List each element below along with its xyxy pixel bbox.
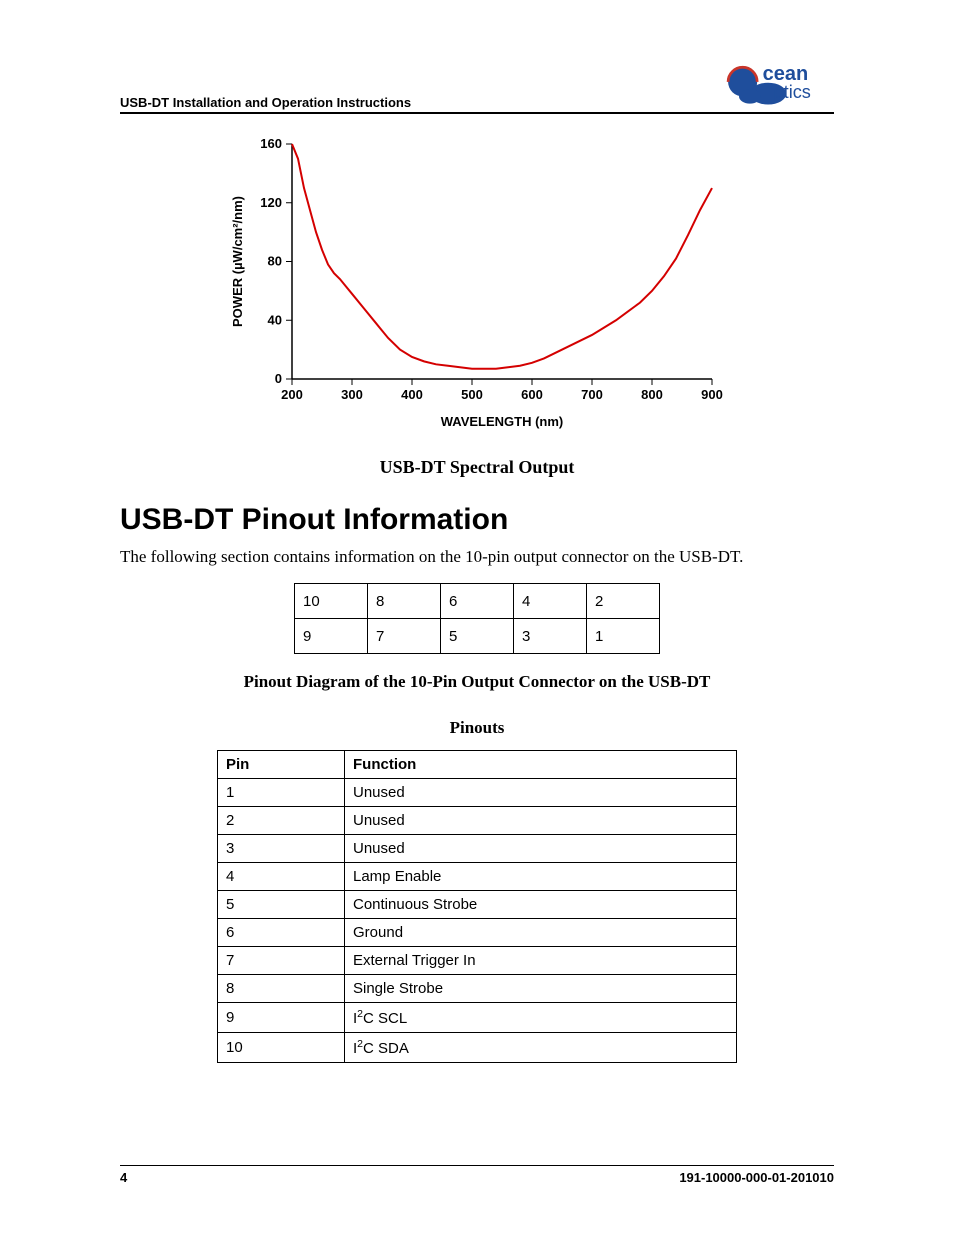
cell-pin: 10 xyxy=(218,1033,345,1063)
pinouts-title: Pinouts xyxy=(120,718,834,738)
spectral-output-chart: 200 300 400 500 600 700 800 900 0 40 80 120 160 WAVEL… xyxy=(222,134,732,434)
table-row: 5Continuous Strobe xyxy=(218,891,737,919)
pin-cell: 4 xyxy=(514,584,587,619)
pin-cell: 10 xyxy=(295,584,368,619)
pin-grid-caption: Pinout Diagram of the 10-Pin Output Conn… xyxy=(120,672,834,692)
svg-text:300: 300 xyxy=(341,387,363,402)
table-row: 4Lamp Enable xyxy=(218,863,737,891)
svg-text:40: 40 xyxy=(268,312,282,327)
cell-function: Unused xyxy=(345,807,737,835)
cell-pin: 3 xyxy=(218,835,345,863)
table-row: 8Single Strobe xyxy=(218,975,737,1003)
pin-cell: 7 xyxy=(368,619,441,654)
cell-pin: 5 xyxy=(218,891,345,919)
svg-text:700: 700 xyxy=(581,387,603,402)
cell-function: Single Strobe xyxy=(345,975,737,1003)
svg-text:80: 80 xyxy=(268,254,282,269)
header-title: USB-DT Installation and Operation Instru… xyxy=(120,95,411,110)
cell-pin: 8 xyxy=(218,975,345,1003)
svg-text:WAVELENGTH (nm): WAVELENGTH (nm) xyxy=(441,414,564,429)
cell-pin: 1 xyxy=(218,779,345,807)
table-row: 1Unused xyxy=(218,779,737,807)
pin-cell: 6 xyxy=(441,584,514,619)
cell-pin: 4 xyxy=(218,863,345,891)
chart-caption: USB-DT Spectral Output xyxy=(120,457,834,478)
svg-text:0: 0 xyxy=(275,371,282,386)
cell-pin: 6 xyxy=(218,919,345,947)
cell-function: Unused xyxy=(345,835,737,863)
section-heading: USB-DT Pinout Information xyxy=(120,503,834,537)
svg-text:200: 200 xyxy=(281,387,303,402)
pin-cell: 8 xyxy=(368,584,441,619)
cell-function: External Trigger In xyxy=(345,947,737,975)
page-number: 4 xyxy=(120,1170,127,1185)
pinouts-function-table: Pin Function 1Unused2Unused3Unused4Lamp … xyxy=(217,750,737,1063)
cell-function: Unused xyxy=(345,779,737,807)
table-row: 6Ground xyxy=(218,919,737,947)
svg-text:120: 120 xyxy=(260,195,282,210)
th-function: Function xyxy=(345,751,737,779)
table-row: 3Unused xyxy=(218,835,737,863)
cell-function: I2C SDA xyxy=(345,1033,737,1063)
page-footer: 4 191-10000-000-01-201010 xyxy=(120,1165,834,1185)
svg-text:400: 400 xyxy=(401,387,423,402)
cell-pin: 2 xyxy=(218,807,345,835)
svg-text:POWER (µW/cm²/nm): POWER (µW/cm²/nm) xyxy=(230,196,245,327)
table-row: 7External Trigger In xyxy=(218,947,737,975)
cell-function: Ground xyxy=(345,919,737,947)
doc-number: 191-10000-000-01-201010 xyxy=(679,1170,834,1185)
cell-function: Lamp Enable xyxy=(345,863,737,891)
pin-cell: 1 xyxy=(587,619,660,654)
cell-function: I2C SCL xyxy=(345,1003,737,1033)
section-intro: The following section contains informati… xyxy=(120,547,834,567)
svg-text:160: 160 xyxy=(260,136,282,151)
table-row: 9I2C SCL xyxy=(218,1003,737,1033)
cell-pin: 7 xyxy=(218,947,345,975)
cell-pin: 9 xyxy=(218,1003,345,1033)
cell-function: Continuous Strobe xyxy=(345,891,737,919)
pin-grid-table: 10 8 6 4 2 9 7 5 3 1 xyxy=(294,583,660,654)
table-row: 10I2C SDA xyxy=(218,1033,737,1063)
logo-text-bottom: ptics xyxy=(774,82,811,102)
th-pin: Pin xyxy=(218,751,345,779)
pin-cell: 3 xyxy=(514,619,587,654)
ocean-optics-logo: cean ptics xyxy=(724,60,834,110)
svg-text:900: 900 xyxy=(701,387,723,402)
spectral-chart-container: 200 300 400 500 600 700 800 900 0 40 80 120 160 WAVEL… xyxy=(120,134,834,478)
table-row: 2Unused xyxy=(218,807,737,835)
svg-text:500: 500 xyxy=(461,387,483,402)
svg-text:800: 800 xyxy=(641,387,663,402)
page-header: USB-DT Installation and Operation Instru… xyxy=(120,60,834,114)
svg-text:600: 600 xyxy=(521,387,543,402)
pin-cell: 9 xyxy=(295,619,368,654)
pin-cell: 2 xyxy=(587,584,660,619)
pin-cell: 5 xyxy=(441,619,514,654)
